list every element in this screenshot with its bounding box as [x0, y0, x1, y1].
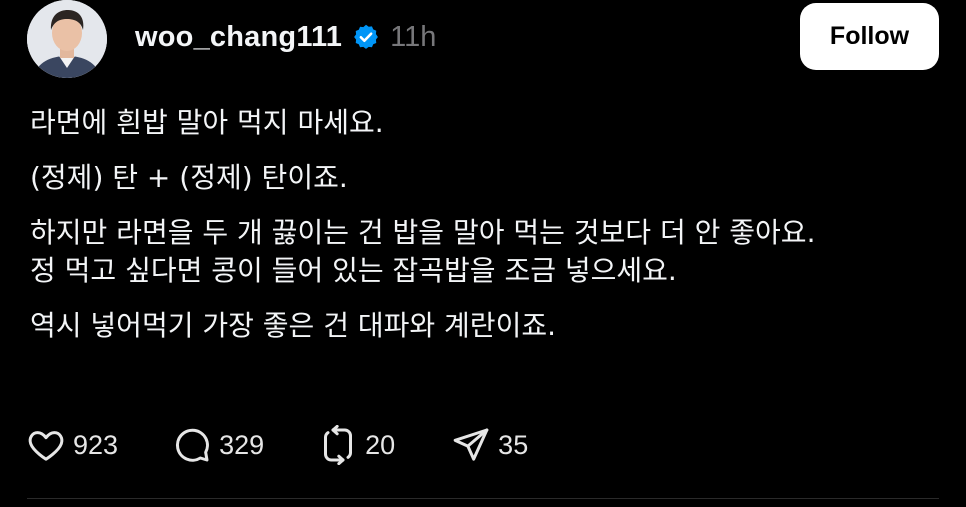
like-count: 923	[73, 429, 119, 460]
share-count: 35	[498, 429, 529, 460]
reply-count: 329	[219, 429, 265, 460]
post-text-line: 라면에 흰밥 말아 먹지 마세요.	[30, 106, 384, 139]
avatar[interactable]	[27, 0, 107, 78]
post-text-line: (정제) 탄 + (정제) 탄이죠.	[30, 161, 348, 194]
post-body: 라면에 흰밥 말아 먹지 마세요. (정제) 탄 + (정제) 탄이죠. 하지만…	[30, 104, 950, 362]
repost-button[interactable]: 20	[318, 425, 395, 465]
username[interactable]: woo_chang111	[135, 21, 342, 54]
post-text-line: 하지만 라면을 두 개 끓이는 건 밥을 말아 먹는 것보다 더 안 좋아요.	[30, 216, 816, 249]
post-header: woo_chang111 11h	[135, 14, 436, 60]
post-paragraph: (정제) 탄 + (정제) 탄이죠.	[30, 159, 950, 197]
post-timestamp[interactable]: 11h	[390, 21, 436, 54]
heart-icon	[28, 431, 64, 461]
follow-button[interactable]: Follow	[800, 3, 939, 70]
post-divider	[27, 498, 939, 499]
post-paragraph: 라면에 흰밥 말아 먹지 마세요.	[30, 104, 950, 142]
repost-icon	[324, 425, 353, 465]
reply-bubble-icon	[176, 428, 209, 462]
like-button[interactable]: 923	[26, 425, 118, 465]
post-paragraph: 하지만 라면을 두 개 끓이는 건 밥을 말아 먹는 것보다 더 안 좋아요. …	[30, 214, 950, 290]
share-button[interactable]: 35	[451, 425, 528, 465]
post-paragraph: 역시 넣어먹기 가장 좋은 건 대파와 계란이죠.	[30, 307, 950, 345]
post-text-line: 정 먹고 싶다면 콩이 들어 있는 잡곡밥을 조금 넣으세요.	[30, 254, 677, 287]
share-send-icon	[453, 428, 489, 461]
verified-badge-icon	[352, 23, 380, 51]
reply-button[interactable]: 329	[172, 425, 264, 465]
thread-post: woo_chang111 11h Follow 라면에 흰밥 말아 먹지 마세요…	[0, 0, 966, 507]
post-text-line: 역시 넣어먹기 가장 좋은 건 대파와 계란이죠.	[30, 309, 556, 342]
repost-count: 20	[365, 429, 396, 460]
action-bar: 923 329 20 35	[26, 423, 528, 467]
avatar-photo	[27, 0, 107, 78]
